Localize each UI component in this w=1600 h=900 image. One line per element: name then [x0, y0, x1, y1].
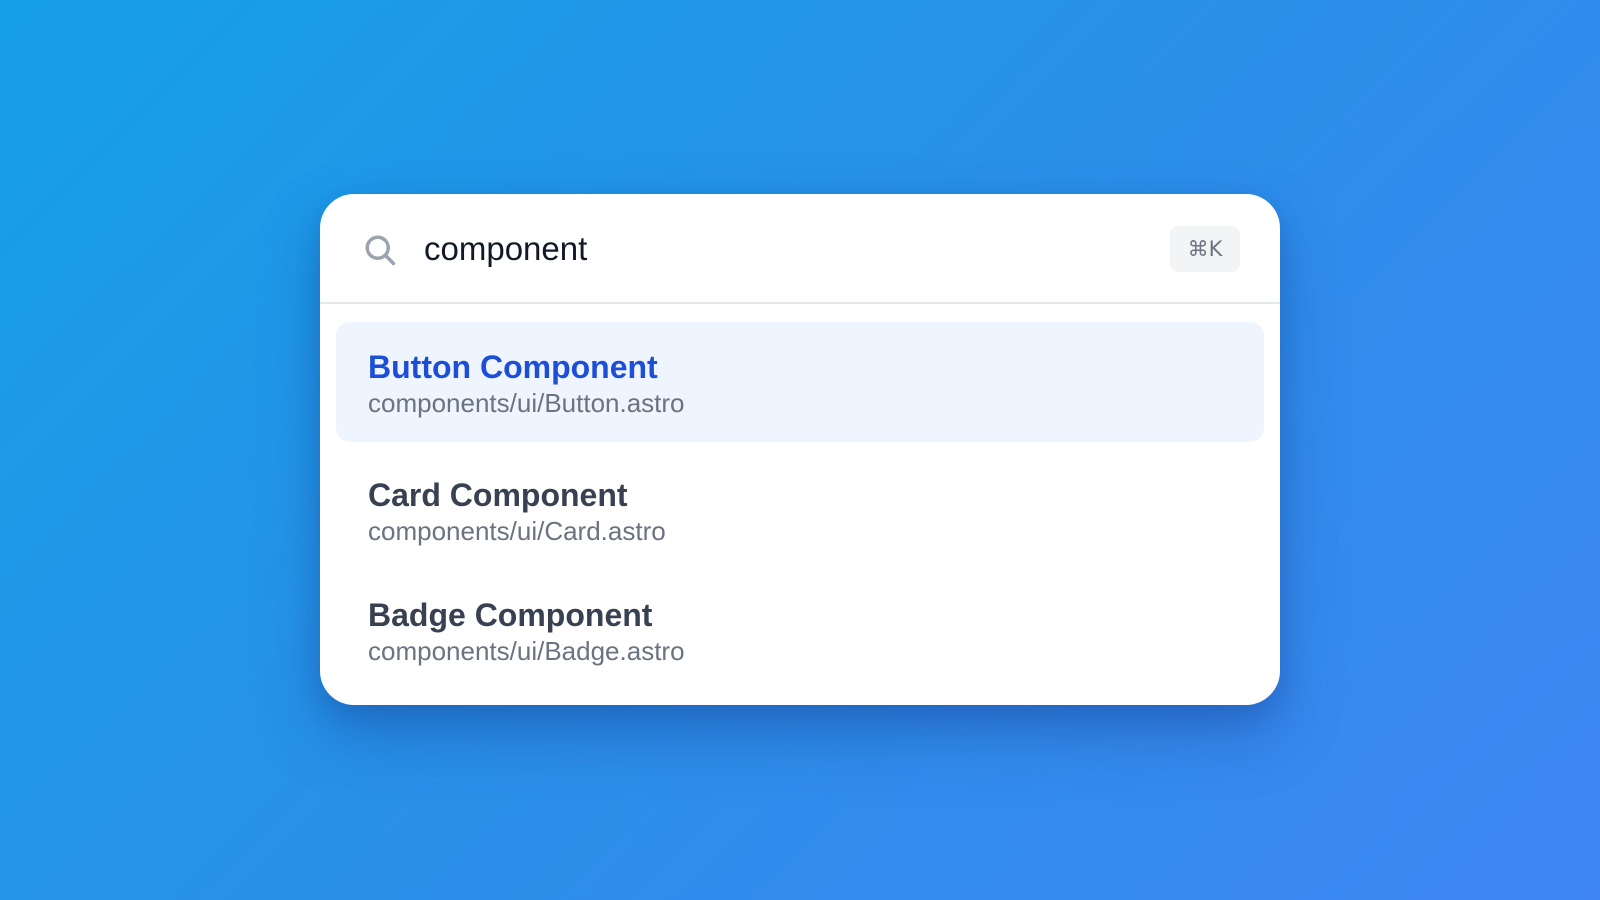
results-list: Button Component components/ui/Button.as…: [336, 322, 1264, 690]
result-item-button[interactable]: Button Component components/ui/Button.as…: [336, 322, 1264, 442]
command-palette: ⌘K Button Component components/ui/Button…: [320, 194, 1280, 705]
shortcut-hint: ⌘K: [1170, 226, 1240, 272]
result-item-badge[interactable]: Badge Component components/ui/Badge.astr…: [336, 570, 1264, 690]
result-item-card[interactable]: Card Component components/ui/Card.astro: [336, 450, 1264, 570]
result-title: Button Component: [368, 349, 658, 385]
result-title: Card Component: [368, 477, 628, 513]
result-path: components/ui/Badge.astro: [368, 636, 685, 666]
search-icon: [365, 235, 396, 266]
search-bar: ⌘K: [320, 194, 1280, 304]
result-path: components/ui/Button.astro: [368, 388, 685, 418]
search-input[interactable]: [424, 222, 1124, 276]
result-path: components/ui/Card.astro: [368, 516, 666, 546]
result-title: Badge Component: [368, 597, 653, 633]
